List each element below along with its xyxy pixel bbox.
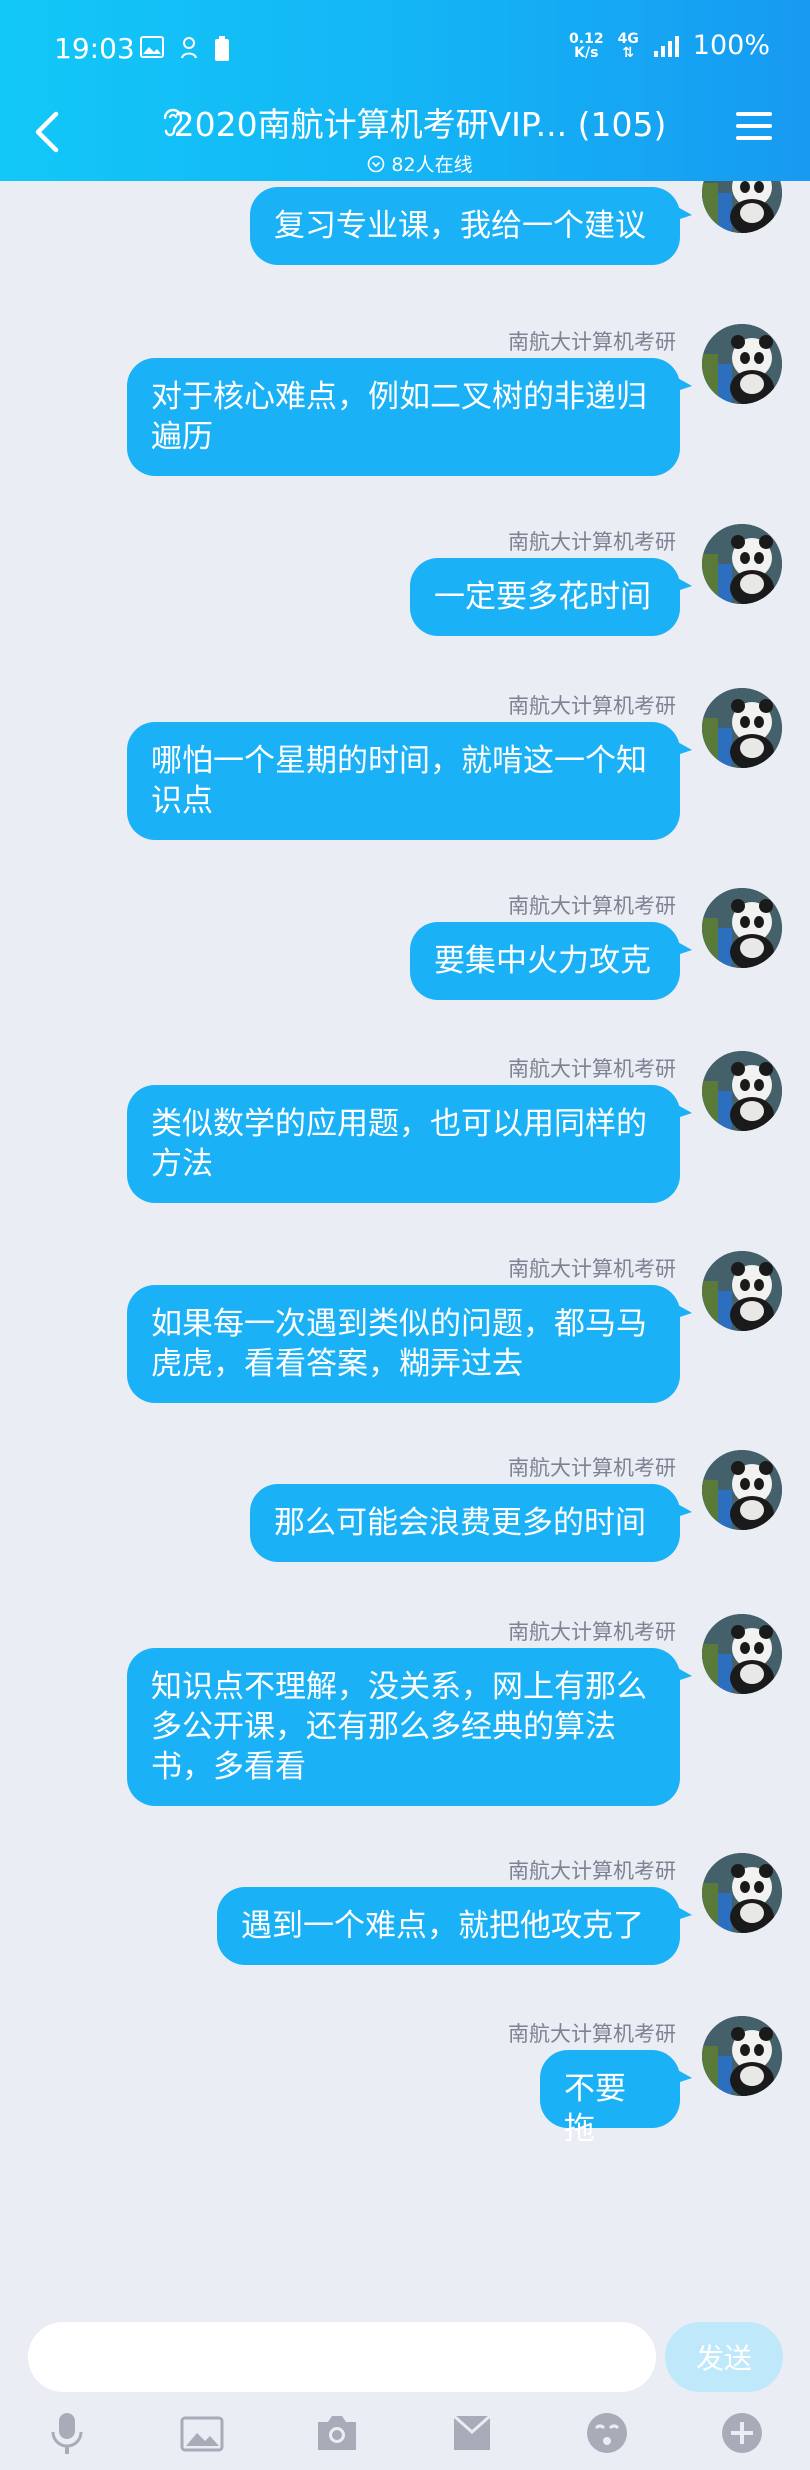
online-count: 82人在线 xyxy=(160,150,680,177)
panda-avatar-icon xyxy=(702,1051,782,1131)
panda-avatar-icon xyxy=(702,1853,782,1933)
message-bubble[interactable]: 要集中火力攻克 xyxy=(410,922,692,1000)
message-sender: 南航大计算机考研 xyxy=(508,694,676,718)
back-arrow-icon[interactable] xyxy=(28,108,68,156)
avatar[interactable] xyxy=(702,324,782,404)
panda-avatar-icon xyxy=(702,524,782,604)
avatar[interactable] xyxy=(702,1450,782,1530)
panda-avatar-icon xyxy=(702,1450,782,1530)
input-toolbar xyxy=(0,2408,810,2468)
chat-header: 19:03 0.12 K/s 4G ⇅ 100% 2020南航计算机考研VIP.… xyxy=(0,0,810,181)
chat-title-area[interactable]: 2020南航计算机考研VIP... (105) 82人在线 xyxy=(160,98,680,177)
app-notification-icon xyxy=(181,37,197,59)
avatar[interactable] xyxy=(702,2016,782,2096)
battery-level: 100% xyxy=(692,30,770,61)
avatar[interactable] xyxy=(702,1251,782,1331)
message-bubble[interactable]: 遇到一个难点，就把他攻克了 xyxy=(217,1887,692,1965)
gallery-notification-icon xyxy=(140,36,164,58)
speed-value: 0.12 xyxy=(569,30,604,47)
message-bubble[interactable]: 知识点不理解，没关系，网上有那么多公开课，还有那么多经典的算法书，多看看 xyxy=(127,1648,692,1806)
network-label: 4G xyxy=(617,30,639,47)
panda-avatar-icon xyxy=(702,1251,782,1331)
network-type: 4G ⇅ xyxy=(618,32,639,60)
chat-title: 2020南航计算机考研VIP... (105) xyxy=(173,105,667,144)
camera-icon[interactable] xyxy=(312,2408,362,2458)
panda-avatar-icon xyxy=(702,2016,782,2096)
message-bubble[interactable]: 那么可能会浪费更多的时间 xyxy=(250,1484,692,1562)
avatar[interactable] xyxy=(702,1853,782,1933)
network-speed: 0.12 K/s xyxy=(569,32,604,60)
status-right: 0.12 K/s 4G ⇅ 100% xyxy=(569,30,770,61)
message-bubble[interactable]: 类似数学的应用题，也可以用同样的方法 xyxy=(127,1085,692,1203)
emoji-icon[interactable] xyxy=(582,2408,632,2458)
message-sender: 南航大计算机考研 xyxy=(508,894,676,918)
avatar[interactable] xyxy=(702,688,782,768)
input-area: 发送 xyxy=(0,2300,810,2470)
message-bubble[interactable]: 复习专业课，我给一个建议 xyxy=(250,187,692,265)
message-bubble[interactable]: 如果每一次遇到类似的问题，都马马虎虎，看看答案，糊弄过去 xyxy=(127,1285,692,1403)
message-bubble[interactable]: 对于核心难点，例如二叉树的非递归遍历 xyxy=(127,358,692,476)
battery-notification-icon xyxy=(215,36,229,61)
avatar[interactable] xyxy=(702,524,782,604)
signal-icon xyxy=(653,35,679,57)
data-arrows-icon: ⇅ xyxy=(622,44,635,61)
panda-avatar-icon xyxy=(702,888,782,968)
message-bubble[interactable]: 哪怕一个星期的时间，就啃这一个知识点 xyxy=(127,722,692,840)
avatar[interactable] xyxy=(702,1614,782,1694)
message-sender: 南航大计算机考研 xyxy=(508,1620,676,1644)
message-sender: 南航大计算机考研 xyxy=(508,1456,676,1480)
message-sender: 南航大计算机考研 xyxy=(508,1859,676,1883)
avatar[interactable] xyxy=(702,1051,782,1131)
status-notification-icons xyxy=(140,36,230,62)
message-bubble[interactable]: 一定要多花时间 xyxy=(410,558,692,636)
mic-icon[interactable] xyxy=(42,2408,92,2458)
panda-avatar-icon xyxy=(702,324,782,404)
status-bar: 19:03 0.12 K/s 4G ⇅ 100% xyxy=(0,0,810,100)
message-sender: 南航大计算机考研 xyxy=(508,2022,676,2046)
message-sender: 南航大计算机考研 xyxy=(508,330,676,354)
online-count-label: 82人在线 xyxy=(391,154,473,176)
message-bubble[interactable]: 不要拖 xyxy=(540,2050,692,2147)
plus-icon[interactable] xyxy=(717,2408,767,2458)
envelope-icon[interactable] xyxy=(447,2408,497,2458)
message-input[interactable] xyxy=(28,2322,656,2392)
status-time: 19:03 xyxy=(54,32,135,65)
speed-unit: K/s xyxy=(574,44,599,61)
avatar[interactable] xyxy=(702,888,782,968)
chevron-circle-icon xyxy=(368,155,385,172)
send-button[interactable]: 发送 xyxy=(665,2322,783,2392)
message-sender: 南航大计算机考研 xyxy=(508,1057,676,1081)
message-sender: 南航大计算机考研 xyxy=(508,1257,676,1281)
panda-avatar-icon xyxy=(702,1614,782,1694)
panda-avatar-icon xyxy=(702,688,782,768)
message-sender: 南航大计算机考研 xyxy=(508,530,676,554)
image-icon[interactable] xyxy=(177,2408,227,2458)
menu-icon[interactable] xyxy=(736,112,772,144)
